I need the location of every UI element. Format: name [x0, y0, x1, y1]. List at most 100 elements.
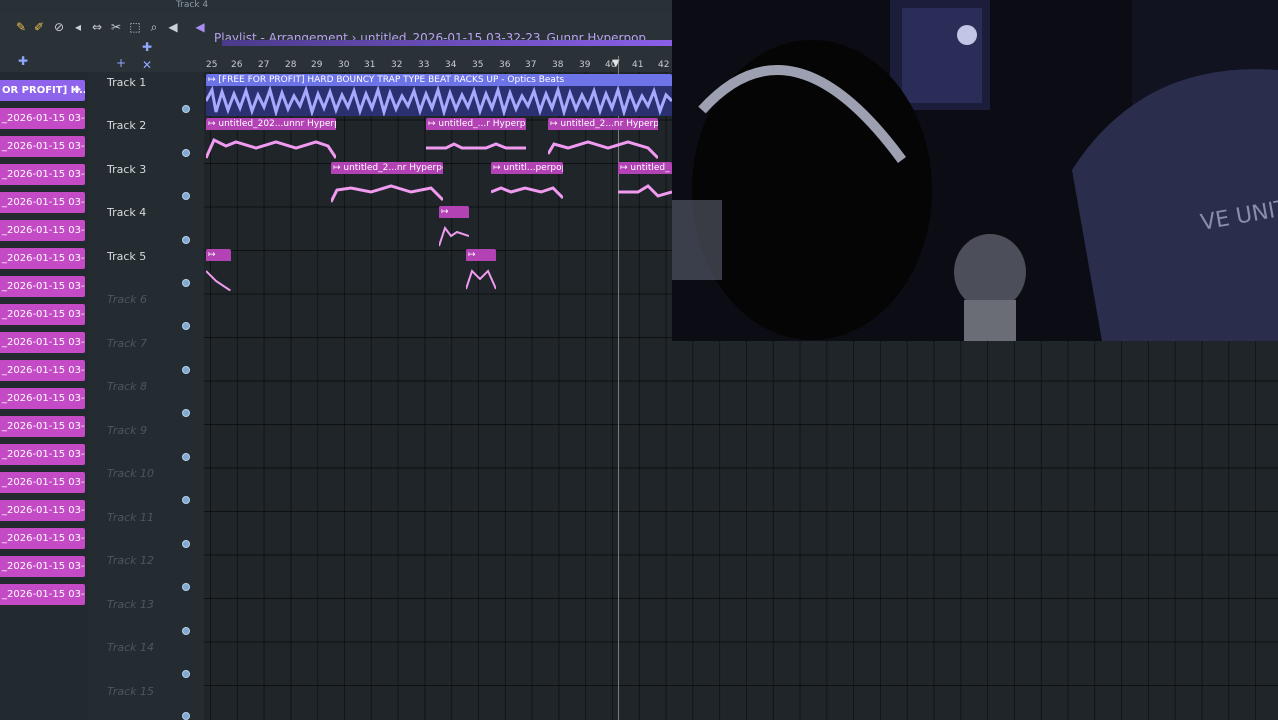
clip-title: ↦ untitled_2...nr Hyperpop [548, 118, 658, 130]
track-name[interactable]: Track 10 [107, 467, 154, 480]
webcam-scene: VE UNIT [672, 0, 1278, 341]
close-icon[interactable]: ✕ [140, 58, 154, 72]
track-name[interactable]: Track 9 [107, 424, 147, 437]
move-icon: ✥ [72, 85, 81, 96]
track-name[interactable]: Track 3 [107, 163, 146, 176]
snap-icon[interactable]: ✚ [140, 40, 154, 54]
picker-item[interactable]: _2026-01-15 03-... [0, 444, 85, 465]
bar-number: 29 [311, 60, 323, 70]
track-enable-button[interactable] [182, 366, 190, 374]
pattern-clip[interactable]: ↦ untitled_...r Hyperpop [426, 118, 526, 160]
track-name[interactable]: Track 8 [107, 380, 147, 393]
track-enable-button[interactable] [182, 540, 190, 548]
picker-item[interactable]: _2026-01-15 03-... [0, 556, 85, 577]
track-name[interactable]: Track 1 [107, 76, 146, 89]
track-enable-button[interactable] [182, 409, 190, 417]
brush-icon[interactable]: ✐ [32, 20, 46, 34]
picker-item[interactable]: _2026-01-15 03-... [0, 164, 85, 185]
zoom-icon[interactable]: ⌕ [147, 20, 161, 34]
picker-item[interactable]: _2026-01-15 03-... [0, 528, 85, 549]
picker-item[interactable]: _2026-01-15 03-... [0, 500, 85, 521]
track-enable-button[interactable] [182, 322, 190, 330]
bar-number: 33 [418, 60, 430, 70]
picker-item[interactable]: _2026-01-15 03-... [0, 304, 85, 325]
waveform [331, 184, 443, 203]
picker-item[interactable]: _2026-01-15 03-... [0, 192, 85, 213]
bar-number: 42 [658, 60, 670, 70]
clip-title: ↦ [206, 249, 231, 261]
track-name[interactable]: Track 13 [107, 598, 154, 611]
magnet-icon[interactable]: ✚ [16, 54, 30, 68]
waveform [618, 184, 672, 198]
track-name[interactable]: Track 14 [107, 641, 154, 654]
pattern-clip[interactable]: ↦ untitled_ [618, 162, 672, 204]
pattern-clip[interactable]: ↦ untitled_2...nr Hyperpop [548, 118, 658, 160]
track-name[interactable]: Track 11 [107, 511, 154, 524]
track-enable-button[interactable] [182, 627, 190, 635]
picker-item[interactable]: _2026-01-15 03-... [0, 472, 85, 493]
track-name[interactable]: Track 7 [107, 337, 147, 350]
picker-item[interactable]: _2026-01-15 03-... [0, 220, 85, 241]
picker-item[interactable]: _2026-01-15 03-... [0, 248, 85, 269]
waveform [426, 142, 526, 150]
top-strip: Track 4 [0, 0, 672, 12]
track-name[interactable]: Track 6 [107, 293, 147, 306]
track-name[interactable]: Track 4 [107, 206, 146, 219]
picker-item[interactable]: _2026-01-15 03-... [0, 360, 85, 381]
speaker-icon[interactable]: ◀ [166, 20, 180, 34]
pencil-icon[interactable]: ✎ [14, 20, 28, 34]
track-name[interactable]: Track 5 [107, 250, 146, 263]
track-enable-button[interactable] [182, 496, 190, 504]
select-icon[interactable]: ⬚ [128, 20, 142, 34]
delete-icon[interactable]: ⊘ [52, 20, 66, 34]
slice-icon[interactable]: ✂ [109, 20, 123, 34]
picker-item-selected[interactable]: OR PROFIT] H... ✥ [0, 80, 85, 101]
track-enable-button[interactable] [182, 236, 190, 244]
pattern-clip[interactable]: ↦ [439, 206, 469, 248]
track-enable-button[interactable] [182, 192, 190, 200]
track-name[interactable]: Track 12 [107, 554, 154, 567]
clip-title: ↦ [466, 249, 496, 261]
clip-title: ↦ untitled_...r Hyperpop [426, 118, 526, 130]
picker-item[interactable]: _2026-01-15 03-... [0, 276, 85, 297]
add-icon[interactable]: + [114, 56, 128, 70]
track-enable-button[interactable] [182, 279, 190, 287]
bar-number: 32 [391, 60, 403, 70]
picker-item[interactable]: _2026-01-15 03-... [0, 416, 85, 437]
picker-item[interactable]: _2026-01-15 03-... [0, 332, 85, 353]
track-enable-button[interactable] [182, 583, 190, 591]
audio-clip[interactable]: ↦ [FREE FOR PROFIT] HARD BOUNCY TRAP TYP… [206, 74, 672, 116]
pattern-clip[interactable]: ↦ [206, 249, 231, 291]
overview-bar[interactable] [222, 40, 672, 46]
timeline-ruler[interactable] [204, 56, 672, 72]
track-enable-button[interactable] [182, 712, 190, 720]
picker-item[interactable]: _2026-01-15 03-... [0, 108, 85, 129]
track-name[interactable]: Track 15 [107, 685, 154, 698]
bar-number: 38 [552, 60, 564, 70]
bar-number: 35 [472, 60, 484, 70]
picker-item[interactable]: _2026-01-15 03-... [0, 388, 85, 409]
clip-title: ↦ [439, 206, 469, 218]
pattern-clip[interactable]: ↦ untitled_2...nr Hyperpop [331, 162, 443, 204]
bar-number: 34 [445, 60, 457, 70]
picker-item[interactable]: _2026-01-15 03-... [0, 584, 85, 605]
mute-icon[interactable]: ◂ [71, 20, 85, 34]
pattern-clip[interactable]: ↦ untitled_202...unnr Hyperpop [206, 118, 336, 160]
bar-number: 26 [231, 60, 243, 70]
waveform [206, 137, 336, 159]
track-enable-button[interactable] [182, 670, 190, 678]
pattern-clip[interactable]: ↦ [466, 249, 496, 291]
bar-number: 28 [285, 60, 297, 70]
slip-icon[interactable]: ⇔ [90, 20, 104, 34]
track-enable-button[interactable] [182, 105, 190, 113]
clip-title: ↦ [FREE FOR PROFIT] HARD BOUNCY TRAP TYP… [206, 74, 672, 86]
track-name[interactable]: Track 2 [107, 119, 146, 132]
waveform [466, 269, 496, 290]
arrow-right-icon[interactable]: ◀ [193, 20, 207, 34]
pattern-clip[interactable]: ↦ untitl...perpop [491, 162, 563, 204]
picker-item[interactable]: _2026-01-15 03-... [0, 136, 85, 157]
track-enable-button[interactable] [182, 149, 190, 157]
bar-number: 37 [525, 60, 537, 70]
track-enable-button[interactable] [182, 453, 190, 461]
waveform [548, 140, 658, 160]
